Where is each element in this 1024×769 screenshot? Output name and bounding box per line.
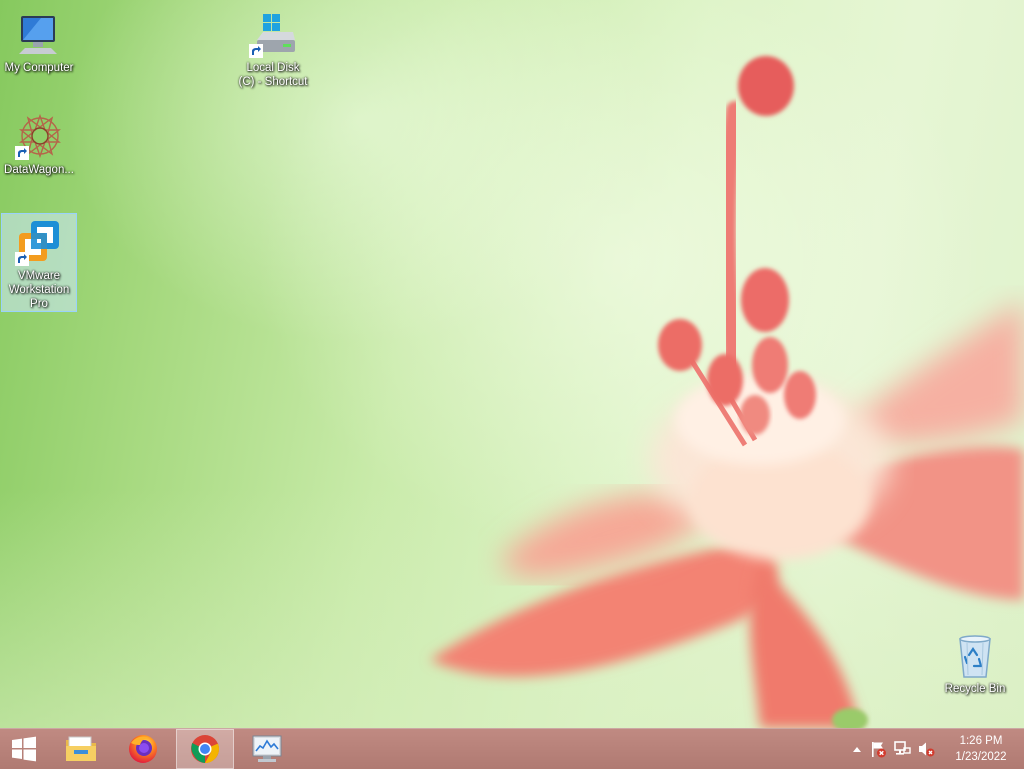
shortcut-arrow-icon bbox=[249, 44, 263, 58]
shortcut-arrow-icon bbox=[15, 252, 29, 266]
taskbar-clock[interactable]: 1:26 PM 1/23/2022 bbox=[938, 729, 1024, 769]
taskbar: 1:26 PM 1/23/2022 bbox=[0, 728, 1024, 769]
volume-muted-icon[interactable] bbox=[914, 740, 938, 758]
windows-logo-icon bbox=[12, 736, 36, 762]
vmware-icon bbox=[15, 218, 63, 266]
action-center-flag-icon[interactable] bbox=[866, 740, 890, 758]
firefox-icon bbox=[129, 735, 157, 763]
clock-date: 1/23/2022 bbox=[955, 751, 1007, 763]
network-icon[interactable] bbox=[890, 740, 914, 758]
desktop-icon-vmware-workstation-pro[interactable]: VMware Workstation Pro bbox=[1, 213, 77, 312]
desktop-icon-label: Local Disk (C) - Shortcut bbox=[238, 62, 308, 88]
desktop-icon-recycle-bin[interactable]: Recycle Bin bbox=[937, 627, 1013, 696]
desktop-icon-label: VMware Workstation Pro bbox=[8, 270, 70, 310]
shortcut-arrow-icon bbox=[15, 146, 29, 160]
desktop-icon-label: My Computer bbox=[4, 62, 74, 74]
clock-time: 1:26 PM bbox=[959, 735, 1003, 747]
desktop[interactable]: My Computer DataWagon... VMware Workstat… bbox=[0, 0, 1024, 728]
taskbar-chrome-button[interactable] bbox=[176, 729, 234, 769]
computer-icon bbox=[15, 10, 63, 58]
recycle-bin-icon bbox=[951, 631, 999, 679]
datawagon-icon bbox=[15, 112, 63, 160]
desktop-icon-label: DataWagon... bbox=[4, 164, 74, 176]
start-button[interactable] bbox=[0, 729, 48, 769]
desktop-icon-label: Recycle Bin bbox=[944, 683, 1006, 695]
desktop-icon-datawagon[interactable]: DataWagon... bbox=[1, 108, 77, 177]
chrome-icon bbox=[191, 735, 219, 763]
taskbar-file-explorer-button[interactable] bbox=[52, 729, 110, 769]
monitor-chart-icon bbox=[252, 735, 282, 762]
folder-icon bbox=[66, 736, 96, 761]
taskbar-firefox-button[interactable] bbox=[114, 729, 172, 769]
taskbar-performance-monitor-button[interactable] bbox=[238, 729, 296, 769]
drive-icon bbox=[249, 10, 297, 58]
system-tray bbox=[848, 729, 938, 769]
wallpaper-flower bbox=[430, 56, 1024, 728]
chevron-up-icon[interactable] bbox=[848, 745, 866, 753]
desktop-icon-my-computer[interactable]: My Computer bbox=[1, 6, 77, 75]
desktop-icon-local-disk-shortcut[interactable]: Local Disk (C) - Shortcut bbox=[235, 6, 311, 89]
